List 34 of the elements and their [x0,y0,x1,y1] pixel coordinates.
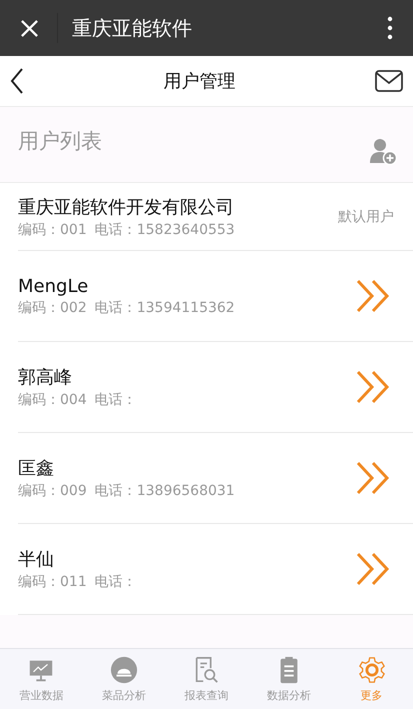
user-name: 重庆亚能软件开发有限公司 [18,196,235,218]
user-code: 编码：004 [18,391,87,409]
user-row[interactable]: MengLe 编码：002 电话：13594115362 [18,251,413,342]
user-row[interactable]: 匡鑫 编码：009 电话：13896568031 [18,433,413,524]
double-chevron-icon[interactable] [356,461,390,495]
user-row[interactable]: 重庆亚能软件开发有限公司 编码：001 电话：15823640553 默认用户 [18,183,413,251]
user-name: MengLe [18,276,90,296]
user-phone: 电话： [94,391,137,409]
settings-icon [358,656,386,684]
double-chevron-icon[interactable] [356,279,390,313]
more-icon[interactable] [387,16,393,40]
add-user-icon[interactable] [369,136,397,164]
window-title: 重庆亚能软件 [72,14,193,42]
user-code: 编码：011 [18,573,87,591]
back-icon[interactable] [10,68,24,94]
user-phone: 电话：13594115362 [94,298,235,316]
double-chevron-icon[interactable] [356,552,390,586]
user-row[interactable]: 郭高峰 编码：004 电话： [18,342,413,433]
mail-icon[interactable] [375,70,403,92]
default-user-label: 默认用户 [338,208,394,226]
page-title: 用户管理 [162,70,236,93]
user-name: 匡鑫 [18,457,55,480]
user-code: 编码：002 [18,298,87,316]
section-title: 用户列表 [18,128,103,154]
double-chevron-icon[interactable] [356,370,390,404]
user-phone: 电话：15823640553 [94,220,235,238]
user-name: 半仙 [18,548,55,571]
user-code: 编码：001 [18,220,87,238]
user-phone: 电话：13896568031 [94,482,235,500]
cloche-icon [110,656,138,684]
user-code: 编码：009 [18,482,87,500]
user-name: 郭高峰 [18,366,73,389]
user-phone: 电话： [94,573,137,591]
close-icon[interactable] [20,18,39,38]
